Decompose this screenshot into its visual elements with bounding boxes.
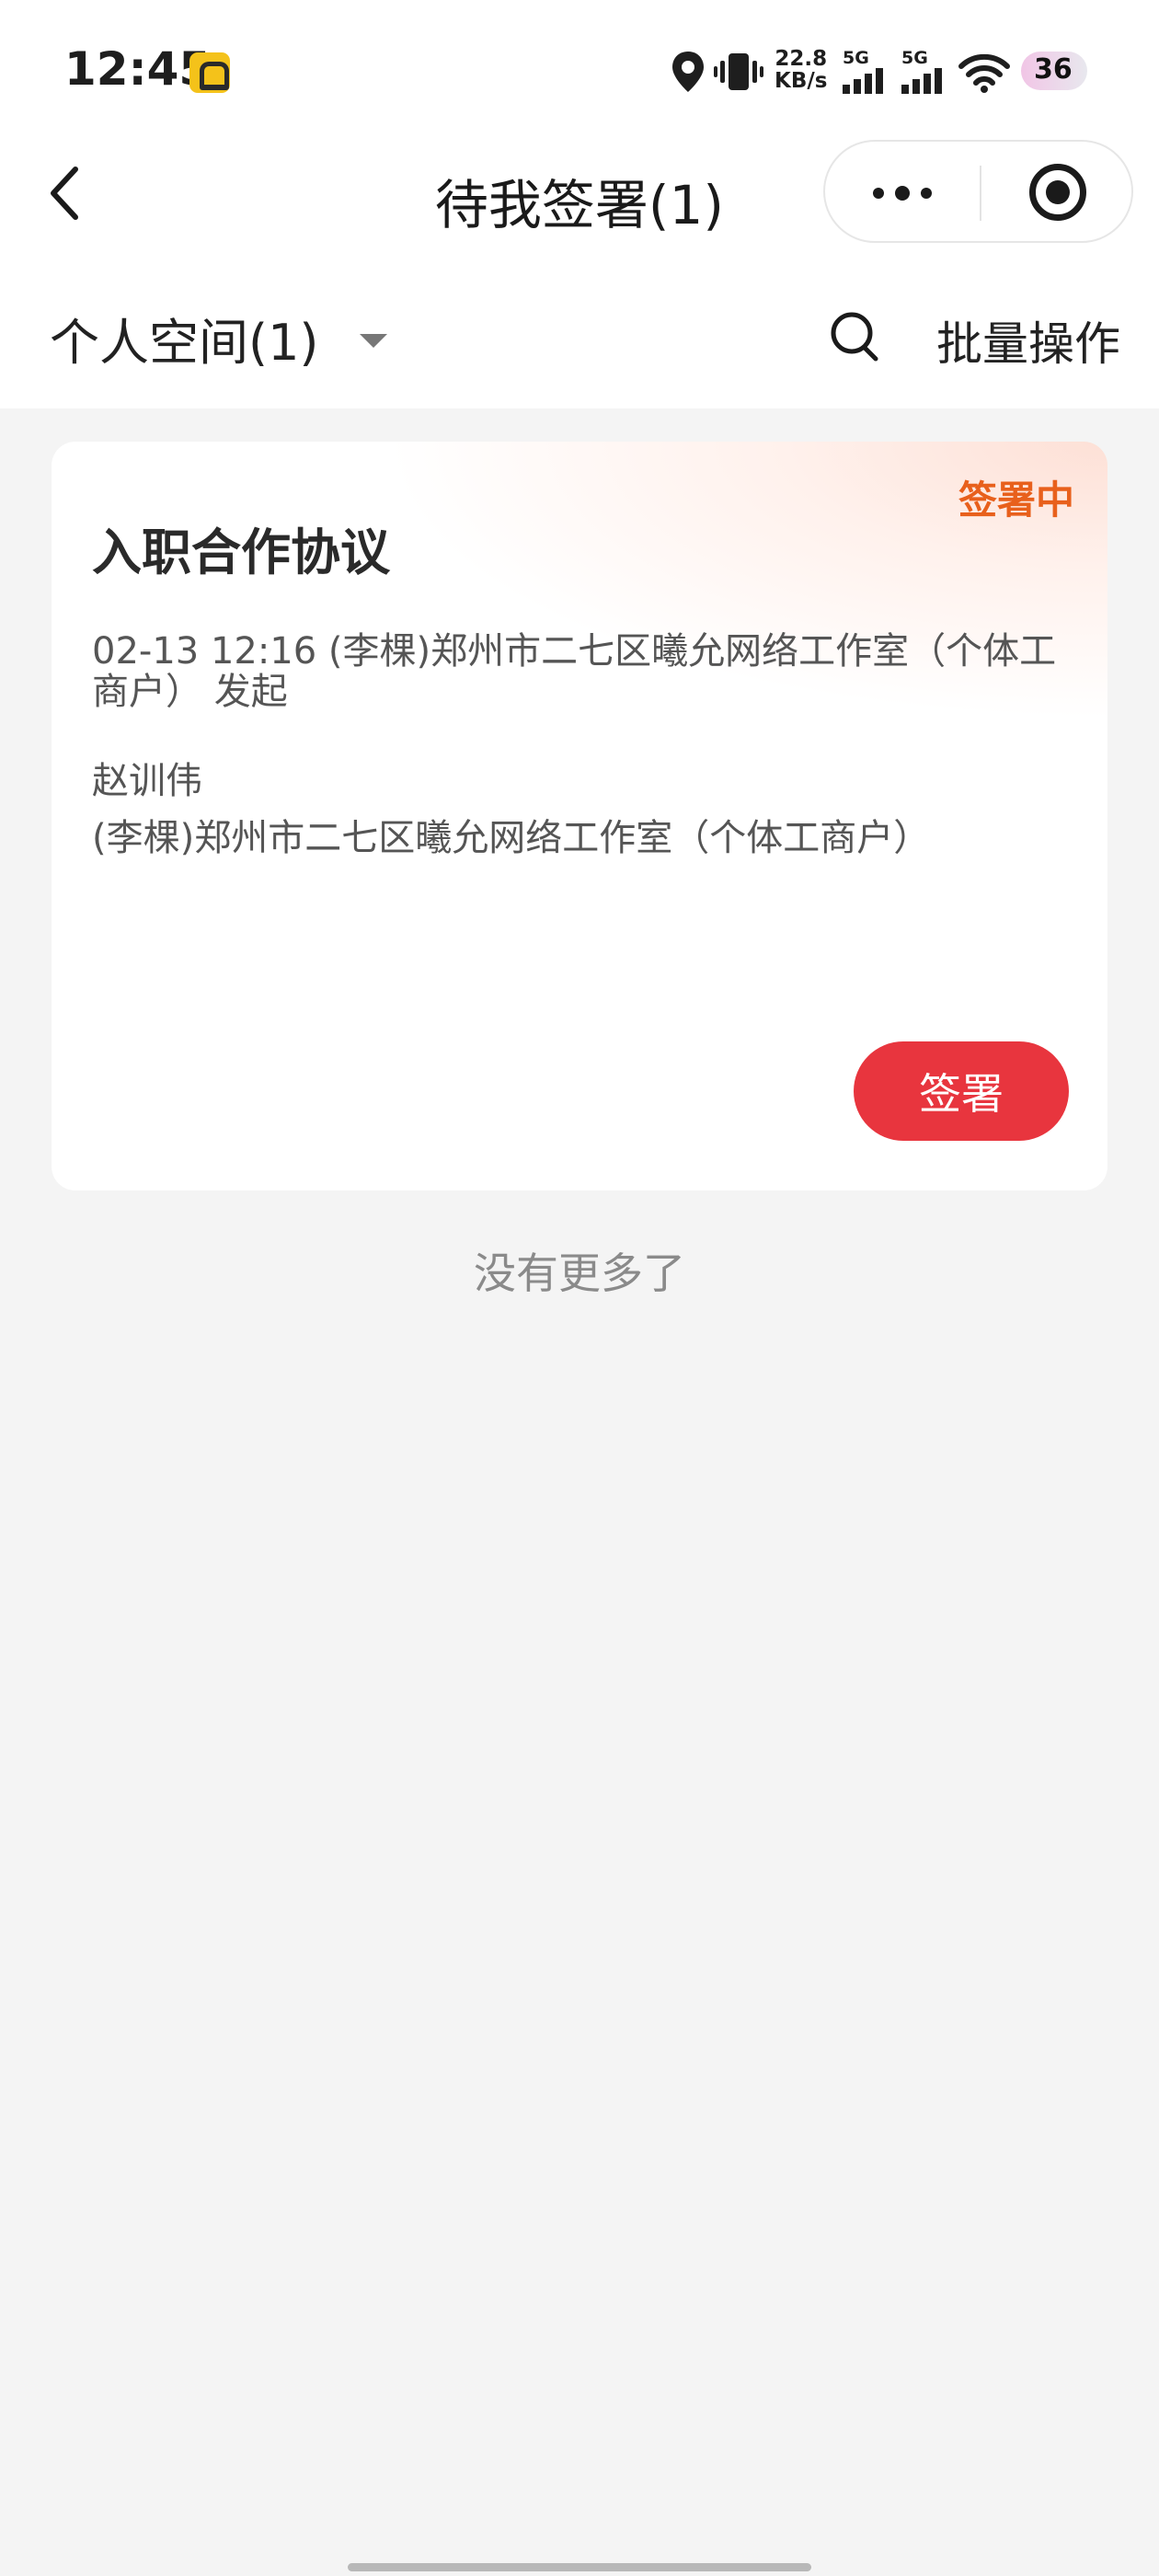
mini-program-capsule: [823, 140, 1133, 243]
location-icon: [672, 52, 704, 92]
app-notification-icon: [189, 52, 230, 93]
space-selector[interactable]: 个人空间(1): [50, 305, 387, 372]
close-mini-program-button[interactable]: [981, 142, 1133, 241]
sim1-type: 5G: [843, 48, 869, 68]
contract-title: 入职合作协议: [92, 523, 390, 581]
sign-button[interactable]: 签署: [854, 1041, 1069, 1141]
navigation-bar: 待我签署(1): [0, 138, 1159, 248]
more-dot-icon: [873, 188, 884, 199]
battery-indicator: 36: [1021, 52, 1087, 90]
wifi-icon: [958, 53, 1010, 93]
batch-operation-button[interactable]: 批量操作: [936, 307, 1120, 374]
battery-level: 36: [1034, 53, 1073, 86]
status-bar: 12:45 22.8 KB/s 5G 5G 36: [0, 0, 1159, 138]
more-dot-icon: [921, 188, 932, 199]
no-more-text: 没有更多了: [474, 1248, 685, 1298]
network-speed: 22.8 KB/s: [775, 48, 827, 92]
space-selector-label: 个人空间(1): [50, 313, 319, 372]
filter-bar: 个人空间(1) 批量操作: [0, 276, 1159, 396]
network-speed-value: 22.8: [775, 47, 828, 71]
more-options-button[interactable]: [825, 142, 980, 241]
home-indicator[interactable]: [348, 2563, 811, 2571]
signal-icon: [843, 68, 883, 94]
status-badge: 签署中: [958, 477, 1074, 523]
caret-down-icon: [359, 333, 387, 348]
search-icon[interactable]: [826, 307, 887, 368]
more-dot-icon: [895, 186, 910, 201]
target-dot-icon: [1046, 180, 1070, 204]
network-speed-unit: KB/s: [775, 69, 828, 93]
signal-icon: [901, 68, 942, 94]
signer-name: 赵训伟: [92, 760, 202, 802]
contract-card[interactable]: 签署中 入职合作协议 02-13 12:16 (李棵)郑州市二七区曦允网络工作室…: [52, 442, 1107, 1190]
header-area: 12:45 22.8 KB/s 5G 5G 36 待我签署(1) 个人空间(1)…: [0, 0, 1159, 408]
organization-name: (李棵)郑州市二七区曦允网络工作室（个体工商户）: [92, 817, 931, 859]
contract-meta: 02-13 12:16 (李棵)郑州市二七区曦允网络工作室（个体工商户） 发起: [92, 630, 1057, 713]
vibrate-icon: [714, 53, 763, 90]
sim2-type: 5G: [901, 48, 928, 68]
